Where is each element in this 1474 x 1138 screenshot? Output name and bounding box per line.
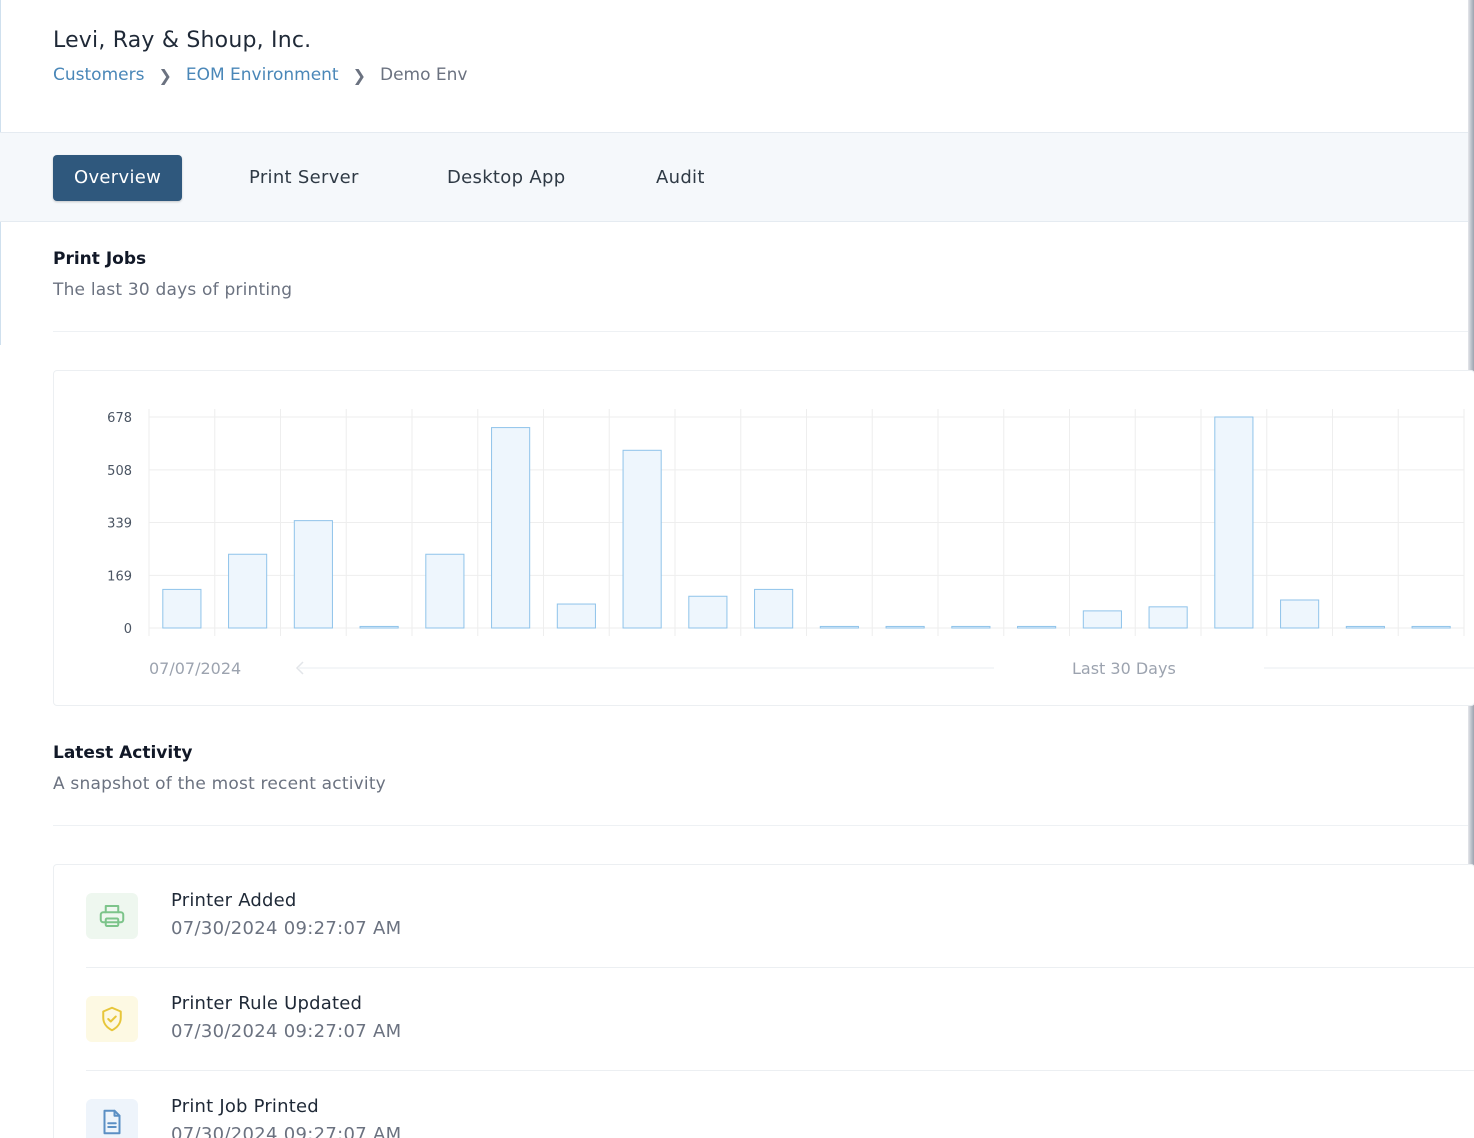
chart-bar: [622, 449, 662, 629]
latest-activity-subtitle: A snapshot of the most recent activity: [53, 774, 386, 794]
list-item[interactable]: Printer Added 07/30/2024 09:27:07 AM: [86, 865, 1474, 968]
x-start-date-label: 07/07/2024: [149, 659, 241, 678]
activity-name: Print Job Printed: [171, 1096, 319, 1117]
section-divider: [53, 331, 1468, 332]
chart-bar: [1411, 625, 1451, 629]
chart-bar: [359, 625, 399, 629]
tab-bar: Overview Print Server Desktop App Audit: [0, 132, 1468, 222]
activity-timestamp: 07/30/2024 09:27:07 AM: [171, 1124, 402, 1138]
chevron-right-icon: ❯: [352, 65, 366, 85]
chevron-right-icon: ❯: [158, 65, 172, 85]
chart-bar: [754, 588, 794, 629]
tab-print-server[interactable]: Print Server: [249, 155, 359, 201]
chart-bar: [1280, 599, 1320, 629]
activity-timestamp: 07/30/2024 09:27:07 AM: [171, 1021, 402, 1042]
breadcrumb-eom-environment[interactable]: EOM Environment: [186, 65, 339, 85]
chart-bar: [951, 625, 991, 629]
tab-desktop-app[interactable]: Desktop App: [447, 155, 565, 201]
print-jobs-title: Print Jobs: [53, 249, 147, 269]
y-tick-label: 678: [107, 411, 132, 426]
chart-bar: [1345, 625, 1385, 629]
y-tick-label: 0: [124, 622, 132, 637]
print-jobs-chart: 678 508 339 169 0 07/07/2024 Last 30 Days: [107, 409, 1474, 678]
activity-list: Printer Added 07/30/2024 09:27:07 AM Pri…: [53, 864, 1474, 1138]
activity-name: Printer Rule Updated: [171, 993, 363, 1014]
y-tick-label: 169: [107, 569, 132, 584]
activity-timestamp: 07/30/2024 09:27:07 AM: [171, 918, 402, 939]
tab-overview[interactable]: Overview: [53, 155, 183, 201]
chart-bar: [293, 520, 333, 629]
range-label: Last 30 Days: [1072, 659, 1176, 678]
y-tick-label: 508: [107, 464, 132, 479]
page: Levi, Ray & Shoup, Inc. Customers ❯ EOM …: [0, 0, 1474, 1138]
printer-icon: [86, 893, 138, 939]
document-icon: [86, 1099, 138, 1138]
chart-bar: [885, 625, 925, 629]
chart-bar: [688, 595, 728, 629]
tab-audit[interactable]: Audit: [656, 155, 705, 201]
chart-bar: [425, 553, 465, 629]
chart-bar: [1148, 606, 1188, 629]
page-header: Levi, Ray & Shoup, Inc. Customers ❯ EOM …: [53, 28, 468, 85]
chart-bar: [1082, 610, 1122, 629]
chart-bar: [228, 553, 268, 629]
shield-check-icon: [86, 996, 138, 1042]
chart-bar: [1017, 625, 1057, 629]
section-divider: [53, 825, 1468, 826]
chart-bar: [819, 625, 859, 629]
page-title: Levi, Ray & Shoup, Inc.: [53, 28, 312, 53]
print-jobs-subtitle: The last 30 days of printing: [53, 280, 293, 300]
chart-bar: [556, 603, 596, 629]
list-item[interactable]: Printer Rule Updated 07/30/2024 09:27:07…: [86, 968, 1474, 1071]
breadcrumb-customers[interactable]: Customers: [53, 65, 144, 85]
breadcrumb-current: Demo Env: [380, 65, 468, 85]
print-jobs-chart-card: 678 508 339 169 0 07/07/2024 Last 30 Days: [53, 370, 1474, 706]
breadcrumb: Customers ❯ EOM Environment ❯ Demo Env: [53, 65, 468, 85]
y-tick-label: 339: [107, 517, 132, 532]
activity-name: Printer Added: [171, 890, 297, 911]
chart-bar: [1214, 416, 1254, 629]
chart-bar: [491, 427, 531, 629]
chart-bar: [162, 588, 202, 629]
list-item[interactable]: Print Job Printed 07/30/2024 09:27:07 AM: [86, 1071, 1474, 1138]
latest-activity-title: Latest Activity: [53, 743, 193, 763]
